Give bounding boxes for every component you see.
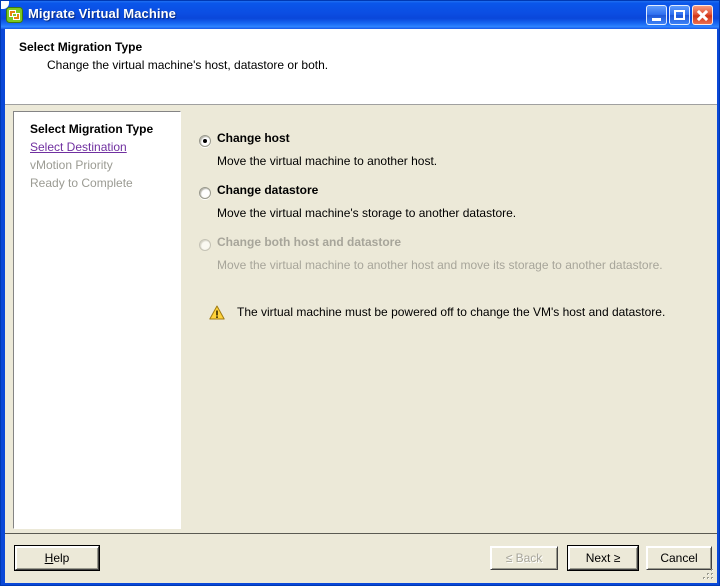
help-button[interactable]: Help	[15, 546, 99, 570]
migrate-virtual-machine-dialog: Migrate Virtual Machine Select Migration…	[0, 0, 720, 586]
dialog-footer: Help ≤ Back Next ≥ Cancel	[5, 534, 717, 583]
title-bar[interactable]: Migrate Virtual Machine	[1, 1, 720, 29]
sidebar-item-ready-to-complete: Ready to Complete	[30, 176, 133, 190]
powered-off-warning: The virtual machine must be powered off …	[209, 305, 679, 321]
warning-triangle-icon	[209, 305, 225, 320]
description-change-both-host-and-datastore: Move the virtual machine to another host…	[217, 258, 663, 272]
page-subtitle: Change the virtual machine's host, datas…	[47, 58, 328, 72]
window-title: Migrate Virtual Machine	[28, 6, 176, 21]
close-icon-stroke	[697, 10, 708, 21]
label-change-host[interactable]: Change host	[217, 131, 290, 145]
back-button: ≤ Back	[490, 546, 558, 570]
migration-type-options: Change host Move the virtual machine to …	[181, 111, 717, 529]
sidebar-item-select-destination[interactable]: Select Destination	[30, 140, 127, 154]
minimize-icon	[652, 18, 661, 21]
next-button[interactable]: Next ≥	[568, 546, 638, 570]
label-change-both-host-and-datastore: Change both host and datastore	[217, 235, 401, 249]
description-change-host: Move the virtual machine to another host…	[217, 154, 437, 168]
radio-change-both-host-and-datastore	[199, 239, 211, 251]
warning-text: The virtual machine must be powered off …	[237, 305, 665, 319]
resize-grip[interactable]	[701, 567, 715, 581]
close-icon	[697, 10, 708, 21]
wizard-step-sidebar: Select Migration Type Select Destination…	[13, 111, 181, 529]
migrate-vm-icon	[6, 7, 23, 23]
dialog-client-area: Select Migration Type Change the virtual…	[5, 29, 717, 583]
page-title: Select Migration Type	[19, 40, 142, 54]
maximize-icon	[674, 10, 685, 20]
sidebar-item-select-migration-type[interactable]: Select Migration Type	[30, 122, 153, 136]
radio-change-host[interactable]	[199, 135, 211, 147]
close-button[interactable]	[692, 5, 713, 25]
label-change-datastore[interactable]: Change datastore	[217, 183, 318, 197]
maximize-button[interactable]	[669, 5, 690, 25]
radio-change-datastore[interactable]	[199, 187, 211, 199]
description-change-datastore: Move the virtual machine's storage to an…	[217, 206, 516, 220]
minimize-button[interactable]	[646, 5, 667, 25]
sidebar-item-vmotion-priority: vMotion Priority	[30, 158, 113, 172]
wizard-header: Select Migration Type Change the virtual…	[5, 29, 717, 105]
